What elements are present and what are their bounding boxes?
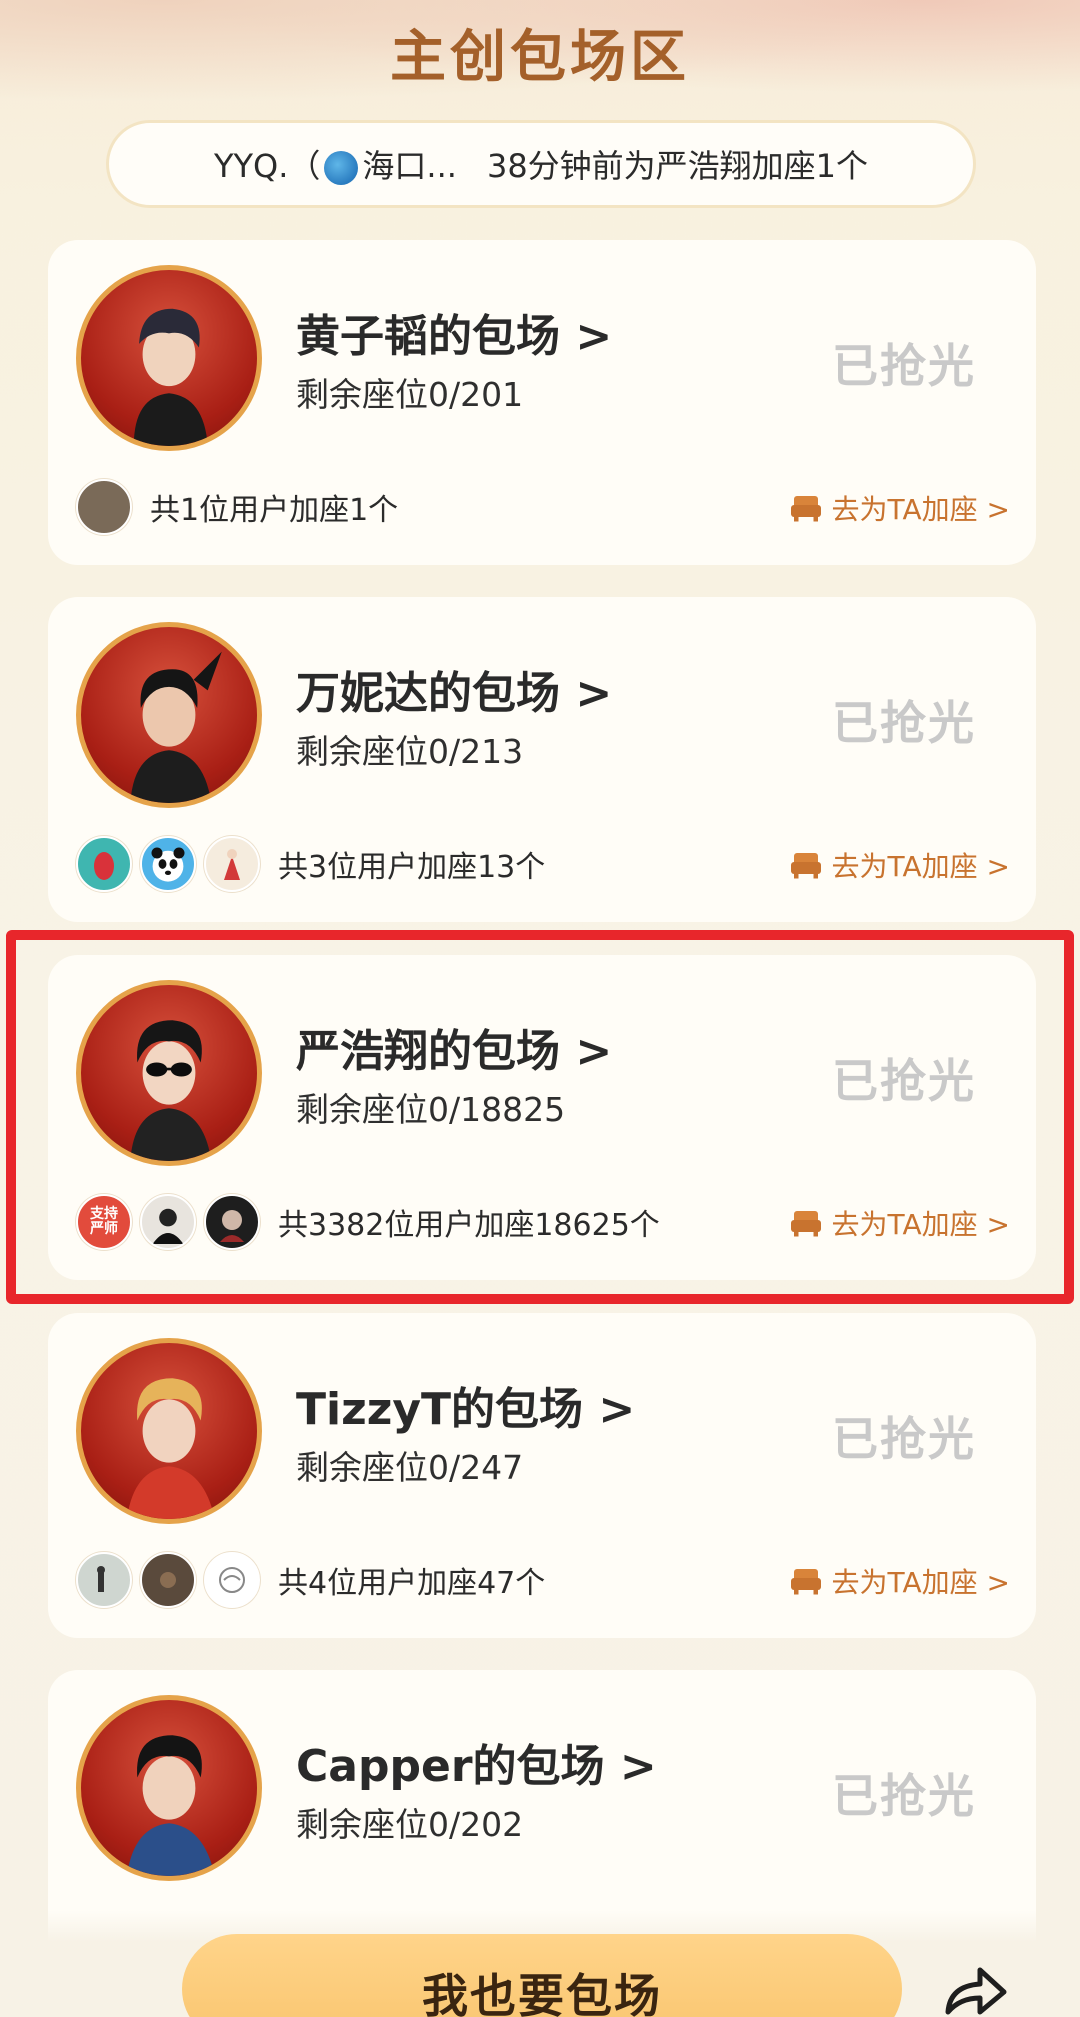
host-name-link[interactable]: 黄子韬的包场 > [296,300,612,364]
add-seat-button[interactable]: 去为TA加座 > [788,488,1010,528]
sold-out-status: 已抢光 [832,696,976,750]
host-avatar[interactable] [76,1338,262,1524]
supporter-row: 共4位用户加座47个 [76,1551,545,1609]
host-name-link[interactable]: TizzyT的包场 > [296,1373,635,1437]
supporter-avatar [76,836,132,892]
supporter-avatar [204,1552,260,1608]
supporter-row: 共1位用户加座1个 [76,478,398,536]
add-seat-label: 去为TA加座 > [831,1566,1010,1599]
location-globe-icon [324,151,359,185]
sofa-seat-icon [790,853,821,879]
host-card[interactable]: 万妮达的包场 > 剩余座位0/213 已抢光 共3位用户加座13个 去为TA加座… [48,597,1036,922]
share-arrow-icon[interactable] [940,1960,1010,2017]
supporter-avatar [76,1552,132,1608]
host-card[interactable]: 黄子韬的包场 > 剩余座位0/201 已抢光 共1位用户加座1个 去为TA加座 … [48,240,1036,565]
host-card[interactable]: TizzyT的包场 > 剩余座位0/247 已抢光 共4位用户加座47个 去为T… [48,1313,1036,1638]
sold-out-status: 已抢光 [832,339,976,393]
ticker-location: 海口... [362,147,457,185]
supporter-avatar [140,836,196,892]
host-screening-button[interactable]: 我也要包场 [182,1934,902,2017]
host-avatar[interactable] [76,1695,262,1881]
add-seat-label: 去为TA加座 > [831,850,1010,883]
supporter-avatar [140,1552,196,1608]
activity-ticker: YYQ.（ 海口... 38分钟前为严浩翔加座1个 [106,120,976,208]
remaining-seats: 剩余座位0/201 [296,375,524,414]
supporter-avatar [76,479,132,535]
supporter-summary: 共3位用户加座13个 [278,850,546,885]
sold-out-status: 已抢光 [832,1412,976,1466]
remaining-seats: 剩余座位0/213 [296,732,524,771]
page-title: 主创包场区 [390,25,690,90]
supporter-summary: 共4位用户加座47个 [278,1566,546,1601]
sofa-seat-icon [790,496,821,522]
remaining-seats: 剩余座位0/202 [296,1805,524,1844]
host-avatar[interactable] [76,265,262,451]
add-seat-label: 去为TA加座 > [831,493,1010,526]
host-avatar[interactable] [76,622,262,808]
sold-out-status: 已抢光 [832,1769,976,1823]
ticker-message: 38分钟前为严浩翔加座1个 [486,147,869,185]
host-name-link[interactable]: 万妮达的包场 > [296,657,612,721]
host-name-link[interactable]: Capper的包场 > [296,1730,657,1794]
supporter-summary: 共1位用户加座1个 [150,493,399,528]
add-seat-button[interactable]: 去为TA加座 > [788,1561,1010,1601]
ticker-user: YYQ.（ [213,147,321,185]
remaining-seats: 剩余座位0/247 [296,1448,524,1487]
sofa-seat-icon [790,1569,821,1595]
highlight-annotation-box [6,930,1074,1304]
supporter-row: 共3位用户加座13个 [76,835,545,893]
add-seat-button[interactable]: 去为TA加座 > [788,845,1010,885]
supporter-avatar [204,836,260,892]
